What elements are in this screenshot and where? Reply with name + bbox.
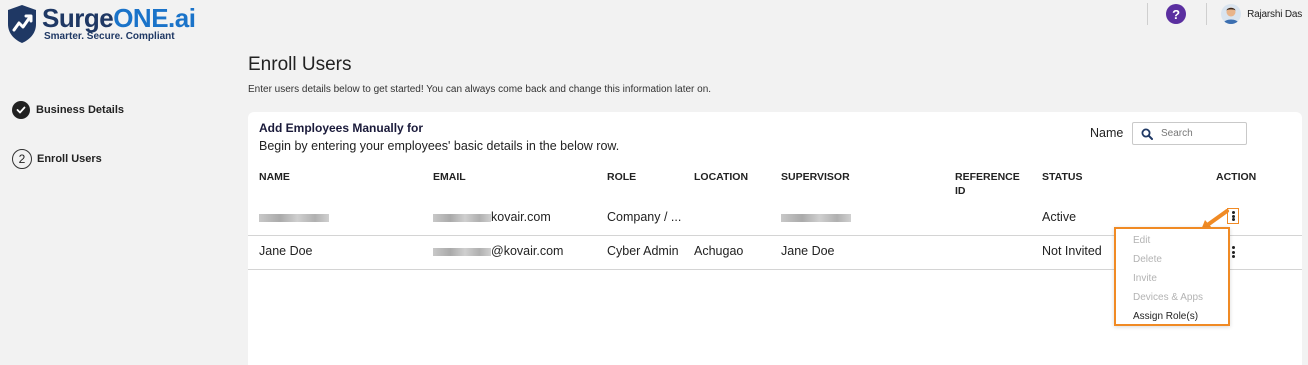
search-box[interactable] — [1132, 122, 1247, 145]
avatar[interactable] — [1221, 4, 1242, 24]
redacted-email — [433, 247, 491, 256]
search-input[interactable] — [1161, 128, 1241, 139]
user-name[interactable]: Rajarshi Das — [1247, 9, 1302, 20]
cell-status: Not Invited — [1042, 244, 1102, 258]
search-icon — [1141, 128, 1153, 140]
page-title: Enroll Users — [248, 54, 352, 75]
cell-location: Achugao — [694, 244, 744, 258]
redacted-email — [433, 213, 491, 222]
brand-name: SurgeONE.ai — [42, 3, 196, 33]
cell-name: Jane Doe — [259, 244, 313, 258]
cell-name — [259, 210, 329, 224]
cell-status: Active — [1042, 210, 1077, 224]
brand-logo: SurgeONE.ai Smarter. Secure. Compliant — [6, 3, 196, 44]
divider — [1206, 3, 1208, 25]
divider — [1147, 3, 1149, 25]
column-header-reference-id: REFERENCE ID — [955, 171, 1020, 197]
step-business-details[interactable]: Business Details — [12, 101, 124, 119]
step-enroll-users[interactable]: 2 Enroll Users — [12, 149, 102, 169]
column-header-supervisor: SUPERVISOR — [781, 171, 850, 183]
top-bar-actions: ? Rajarshi Das — [1147, 3, 1308, 25]
help-icon[interactable]: ? — [1166, 4, 1187, 24]
card-subtitle: Begin by entering your employees' basic … — [259, 139, 620, 153]
brand-tagline: Smarter. Secure. Compliant — [44, 31, 175, 42]
redacted-supervisor — [781, 213, 851, 222]
menu-item-invite[interactable]: Invite — [1116, 271, 1228, 290]
cell-email: kovair.com — [433, 210, 551, 224]
menu-item-edit[interactable]: Edit — [1116, 233, 1228, 252]
shield-logo-icon — [8, 5, 36, 43]
menu-item-devices-apps[interactable]: Devices & Apps — [1116, 290, 1228, 309]
menu-item-assign-roles[interactable]: Assign Role(s) — [1116, 309, 1228, 328]
column-header-role: ROLE — [607, 171, 637, 183]
cell-supervisor — [781, 210, 851, 224]
cell-role: Company / ... — [607, 210, 682, 224]
user-avatar-icon — [1223, 7, 1240, 24]
cell-supervisor: Jane Doe — [781, 244, 835, 258]
redacted-name — [259, 213, 329, 222]
search-label: Name — [1090, 126, 1124, 140]
menu-item-delete[interactable]: Delete — [1116, 252, 1228, 271]
check-circle-icon — [12, 101, 30, 119]
cell-role: Cyber Admin — [607, 244, 679, 258]
action-menu: Edit Delete Invite Devices & Apps Assign… — [1114, 227, 1230, 326]
page-subtitle: Enter users details below to get started… — [248, 84, 712, 95]
card-title: Add Employees Manually for — [259, 121, 424, 135]
column-header-action: ACTION — [1216, 171, 1257, 183]
column-header-name: NAME — [259, 171, 290, 183]
step-label: Business Details — [36, 104, 125, 116]
step-number-icon: 2 — [12, 149, 32, 169]
cell-email: @kovair.com — [433, 244, 563, 258]
step-label: Enroll Users — [37, 153, 102, 165]
column-header-location: LOCATION — [694, 171, 749, 183]
column-header-email: EMAIL — [433, 171, 466, 183]
column-header-status: STATUS — [1042, 171, 1083, 183]
